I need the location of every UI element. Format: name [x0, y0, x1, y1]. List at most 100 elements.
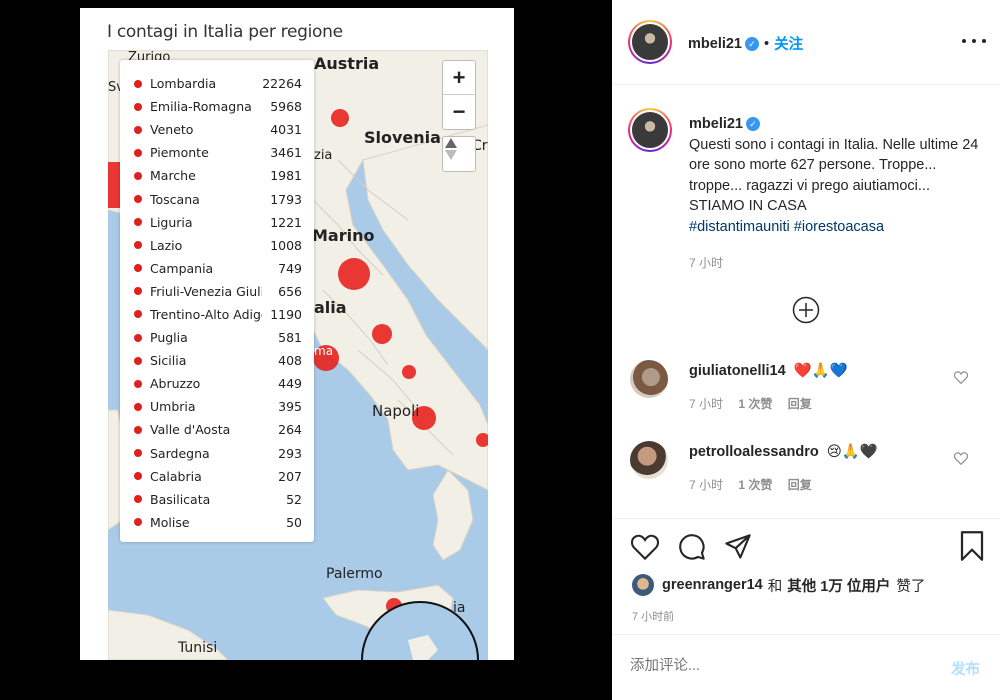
label-austria: Austria [314, 54, 380, 73]
heart-icon[interactable] [631, 534, 659, 560]
legend-row: Liguria 1221 [134, 211, 302, 234]
compass-control[interactable] [442, 136, 476, 172]
legend-row: Molise 50 [134, 511, 302, 534]
legend-dot [134, 495, 142, 504]
header-divider [612, 84, 1000, 85]
legend-region-name: Molise [150, 514, 190, 530]
comment-time: 7 小时 [689, 478, 724, 492]
likes-others-link[interactable]: 其他 1万 位用户 [787, 575, 890, 596]
legend-row: Basilicata 52 [134, 488, 302, 511]
legend-row: Sardegna 293 [134, 442, 302, 465]
verified-badge-icon: ✓ [745, 36, 759, 51]
legend-dot [134, 171, 142, 180]
legend-row: Marche 1981 [134, 164, 302, 187]
legend-row: Veneto 4031 [134, 118, 302, 141]
legend-row: Toscana 1793 [134, 187, 302, 210]
legend-region-name: Veneto [150, 122, 194, 138]
header-username[interactable]: mbeli21 [688, 36, 742, 52]
marker-molise [402, 365, 416, 379]
legend-region-name: Piemonte [150, 145, 209, 161]
comment-box-divider [612, 634, 1000, 635]
comment-item: giuliatonelli14 ❤️🙏💙 7 小时 1 次赞 回复 [689, 362, 959, 412]
zoom-out-button[interactable]: − [443, 95, 475, 129]
legend-region-value: 50 [286, 514, 302, 530]
legend-dot [134, 518, 142, 527]
legend-region-name: Puglia [150, 330, 188, 346]
legend-region-name: Toscana [150, 191, 200, 207]
legend-row: Campania 749 [134, 257, 302, 280]
marker-veneto [331, 109, 349, 127]
comment-likes[interactable]: 1 次赞 [738, 478, 772, 492]
comment-avatar[interactable] [630, 441, 668, 479]
share-icon[interactable] [724, 533, 752, 561]
comment-icon[interactable] [678, 533, 706, 561]
comment-reply-button[interactable]: 回复 [788, 478, 812, 492]
legend-region-value: 1981 [270, 168, 302, 184]
liker-username[interactable]: greenranger14 [662, 577, 763, 593]
legend-row: Friuli-Venezia Giulia 656 [134, 280, 302, 303]
comment-reply-button[interactable]: 回复 [788, 397, 812, 411]
label-zia: zia [314, 148, 333, 163]
legend-row: Calabria 207 [134, 465, 302, 488]
post-image: I contagi in Italia per regione Zurigo A… [0, 0, 612, 700]
hashtag-link[interactable]: #iorestoacasa [794, 219, 884, 235]
legend-dot [134, 402, 142, 411]
legend-region-name: Valle d'Aosta [150, 422, 231, 438]
caption-username[interactable]: mbeli21 [689, 116, 743, 132]
comment-text: ❤️🙏💙 [793, 363, 848, 379]
label-alia: alia [314, 298, 347, 317]
liker-avatar[interactable] [632, 574, 654, 596]
caption-hashtags: #distantimauniti #iorestoacasa [689, 217, 979, 238]
legend-region-value: 656 [278, 283, 302, 299]
label-tunisi: Tunisi [178, 640, 218, 656]
legend-region-name: Umbria [150, 399, 196, 415]
caption-verified-badge-icon: ✓ [746, 117, 760, 132]
legend-region-value: 5968 [270, 99, 302, 115]
comment-like-heart-icon[interactable] [954, 452, 968, 465]
region-legend: Lombardia 22264 Emilia-Romagna 5968 Veneto 40… [120, 60, 314, 542]
legend-region-value: 581 [278, 330, 302, 346]
zoom-in-button[interactable]: + [443, 61, 475, 95]
legend-region-name: Abruzzo [150, 376, 201, 392]
caption-avatar[interactable] [628, 108, 672, 152]
legend-dot [134, 102, 142, 111]
comment-username[interactable]: petrolloalessandro [689, 444, 819, 460]
comment-avatar[interactable] [630, 360, 668, 398]
legend-region-value: 1221 [270, 214, 302, 230]
hashtag-link[interactable]: #distantimauniti [689, 219, 790, 235]
plus-circle-icon [792, 296, 820, 324]
marker-abruzzo [372, 324, 392, 344]
more-options-icon[interactable] [962, 33, 986, 49]
legend-dot [134, 333, 142, 342]
comment-text: 😢🙏🖤 [826, 444, 878, 460]
likes-row: greenranger14 和 其他 1万 位用户 赞了 [632, 574, 925, 596]
caption-time: 7 小时 [689, 256, 724, 270]
legend-region-name: Liguria [150, 214, 193, 230]
comment-item: petrolloalessandro 😢🙏🖤 7 小时 1 次赞 回复 [689, 443, 959, 493]
legend-region-name: Lombardia [150, 76, 217, 92]
comment-likes[interactable]: 1 次赞 [738, 397, 772, 411]
legend-row: Lazio 1008 [134, 234, 302, 257]
legend-dot [134, 125, 142, 134]
load-more-comments-button[interactable] [792, 296, 820, 324]
legend-dot [134, 425, 142, 434]
legend-region-value: 293 [278, 445, 302, 461]
label-slovenia: Slovenia [364, 128, 441, 147]
legend-region-value: 3461 [270, 145, 302, 161]
bookmark-icon[interactable] [959, 531, 985, 561]
legend-region-name: Campania [150, 260, 214, 276]
comment-meta: 7 小时 1 次赞 回复 [689, 476, 959, 493]
header-user: mbeli21 ✓ • 关注 [688, 33, 803, 54]
likes-suffix: 赞了 [896, 578, 926, 595]
follow-button[interactable]: 关注 [774, 33, 803, 54]
comment-like-heart-icon[interactable] [954, 371, 968, 384]
header-avatar[interactable] [628, 20, 672, 64]
legend-region-name: Emilia-Romagna [150, 99, 252, 115]
add-comment-input[interactable] [630, 652, 930, 680]
land-calabria [432, 469, 474, 561]
post-comment-button[interactable]: 发布 [951, 658, 980, 679]
legend-row: Piemonte 3461 [134, 141, 302, 164]
post-timestamp[interactable]: 7 小时前 [632, 608, 674, 624]
legend-region-name: Marche [150, 168, 196, 184]
comment-username[interactable]: giuliatonelli14 [689, 363, 786, 379]
